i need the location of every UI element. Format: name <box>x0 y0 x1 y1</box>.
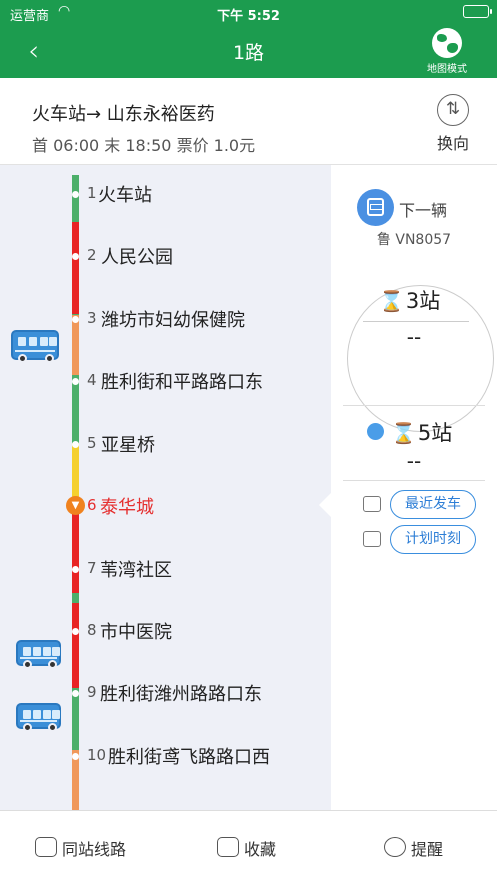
bus-circle-icon <box>357 189 394 226</box>
station-number: 6 <box>87 496 97 514</box>
station-name: 亚星桥 <box>101 435 155 456</box>
station-dot <box>72 191 79 198</box>
alarm-clock-icon <box>384 837 406 857</box>
next-bus-label: 下一辆 <box>399 201 448 220</box>
station-number: 8 <box>87 621 97 639</box>
switch-direction-label: 换向 <box>436 134 469 153</box>
station-number: 7 <box>87 559 97 577</box>
swap-icon: ⇅ <box>437 94 469 126</box>
station-number: 5 <box>87 434 97 452</box>
bus-icon[interactable] <box>16 703 61 732</box>
station-dot <box>72 316 79 323</box>
battery-icon <box>463 5 492 18</box>
recent-departure-row: 最近发车 <box>363 490 497 520</box>
station-name: 胜利街潍州路路口东 <box>100 684 262 705</box>
next-bus-stops: ⌛3站 <box>379 285 440 315</box>
tab-label: 提醒 <box>411 840 444 859</box>
station-item[interactable]: 4 胜利街和平路路口东 <box>72 368 331 398</box>
timetable-button[interactable]: 计划时刻 <box>390 525 476 554</box>
station-dot <box>72 253 79 260</box>
current-station-marker-icon: ▼ <box>66 496 85 515</box>
timetable-row: 计划时刻 <box>363 525 497 555</box>
switch-direction-button[interactable]: ⇅ 换向 <box>433 94 473 154</box>
station-name: 火车站 <box>98 185 152 206</box>
station-dot <box>72 441 79 448</box>
star-icon <box>217 837 239 857</box>
bus-plate: 鲁 VN8057 <box>376 232 452 248</box>
divider <box>343 405 485 406</box>
map-mode-label: 地图模式 <box>427 64 467 75</box>
bus-outline-icon <box>363 496 381 512</box>
station-number: 3 <box>87 309 97 327</box>
second-bus-stops: ⌛5站 <box>391 417 452 447</box>
bus-icon[interactable] <box>16 640 61 669</box>
station-dot <box>72 753 79 760</box>
status-time: 下午 5:52 <box>217 9 280 24</box>
station-name: 人民公园 <box>101 247 173 268</box>
station-name: 潍坊市妇幼保健院 <box>101 310 245 331</box>
station-number: 10 <box>87 746 107 764</box>
station-dot <box>72 628 79 635</box>
hourglass-icon: ⌛ <box>391 421 416 445</box>
station-item[interactable]: 10 胜利街鸢飞路路口西 <box>72 743 331 773</box>
route-direction: 火车站→ 山东永裕医药 <box>32 104 215 125</box>
station-item[interactable]: 3 潍坊市妇幼保健院 <box>72 306 331 336</box>
status-bar: 运营商 ◠ 下午 5:52 <box>0 0 497 26</box>
station-list[interactable]: 1 火车站 2 人民公园 3 潍坊市妇幼保健院 4 胜利街和平路路口东 5 亚星… <box>0 165 331 810</box>
panel-pointer <box>319 493 331 517</box>
station-dot <box>72 566 79 573</box>
bottom-toolbar: 同站线路 收藏 提醒 <box>0 810 497 883</box>
bus-icon[interactable] <box>11 330 59 363</box>
station-item[interactable]: 2 人民公园 <box>72 243 331 273</box>
link-icon <box>35 837 57 857</box>
station-item[interactable]: 1 火车站 <box>72 181 331 211</box>
nav-bar: ‹ 1路 地图模式 <box>0 26 497 78</box>
station-name: 市中医院 <box>100 622 172 643</box>
station-name: 胜利街和平路路口东 <box>101 372 263 393</box>
station-name: 泰华城 <box>100 497 154 518</box>
divider <box>343 480 485 481</box>
second-bus-eta: -- <box>406 449 422 473</box>
next-bus-eta: -- <box>406 325 422 349</box>
recent-departure-button[interactable]: 最近发车 <box>390 490 476 519</box>
ring-divider <box>363 321 469 322</box>
station-name: 苇湾社区 <box>100 560 172 581</box>
tab-label: 同站线路 <box>62 840 127 859</box>
bus-dot-icon <box>367 423 384 440</box>
station-item-current[interactable]: ▼ 6 泰华城 <box>66 493 331 523</box>
station-number: 4 <box>87 371 97 389</box>
line-segment <box>72 593 79 603</box>
station-item[interactable]: 8 市中医院 <box>72 618 331 648</box>
list-icon <box>363 531 381 547</box>
hourglass-icon: ⌛ <box>379 289 404 313</box>
second-bus-stops-value: 5站 <box>417 421 453 445</box>
globe-icon <box>432 28 462 58</box>
station-item[interactable]: 9 胜利街潍州路路口东 <box>72 680 331 710</box>
next-bus-stops-value: 3站 <box>405 289 441 313</box>
route-header: 火车站→ 山东永裕医药 首 06:00 末 18:50 票价 1.0元 ⇅ 换向 <box>0 78 497 165</box>
station-name: 胜利街鸢飞路路口西 <box>108 747 270 768</box>
map-mode-button[interactable]: 地图模式 <box>419 28 475 75</box>
station-dot <box>72 378 79 385</box>
station-item[interactable]: 5 亚星桥 <box>72 431 331 461</box>
arrival-info-panel: 下一辆 鲁 VN8057 ⌛3站 -- ⌛5站 -- 最近发车 计划时刻 <box>319 165 497 810</box>
station-number: 2 <box>87 246 97 264</box>
tab-label: 收藏 <box>244 840 277 859</box>
station-dot <box>72 690 79 697</box>
route-schedule: 首 06:00 末 18:50 票价 1.0元 <box>32 136 256 155</box>
station-item[interactable]: 7 苇湾社区 <box>72 556 331 586</box>
station-number: 9 <box>87 683 97 701</box>
station-number: 1 <box>87 184 97 202</box>
